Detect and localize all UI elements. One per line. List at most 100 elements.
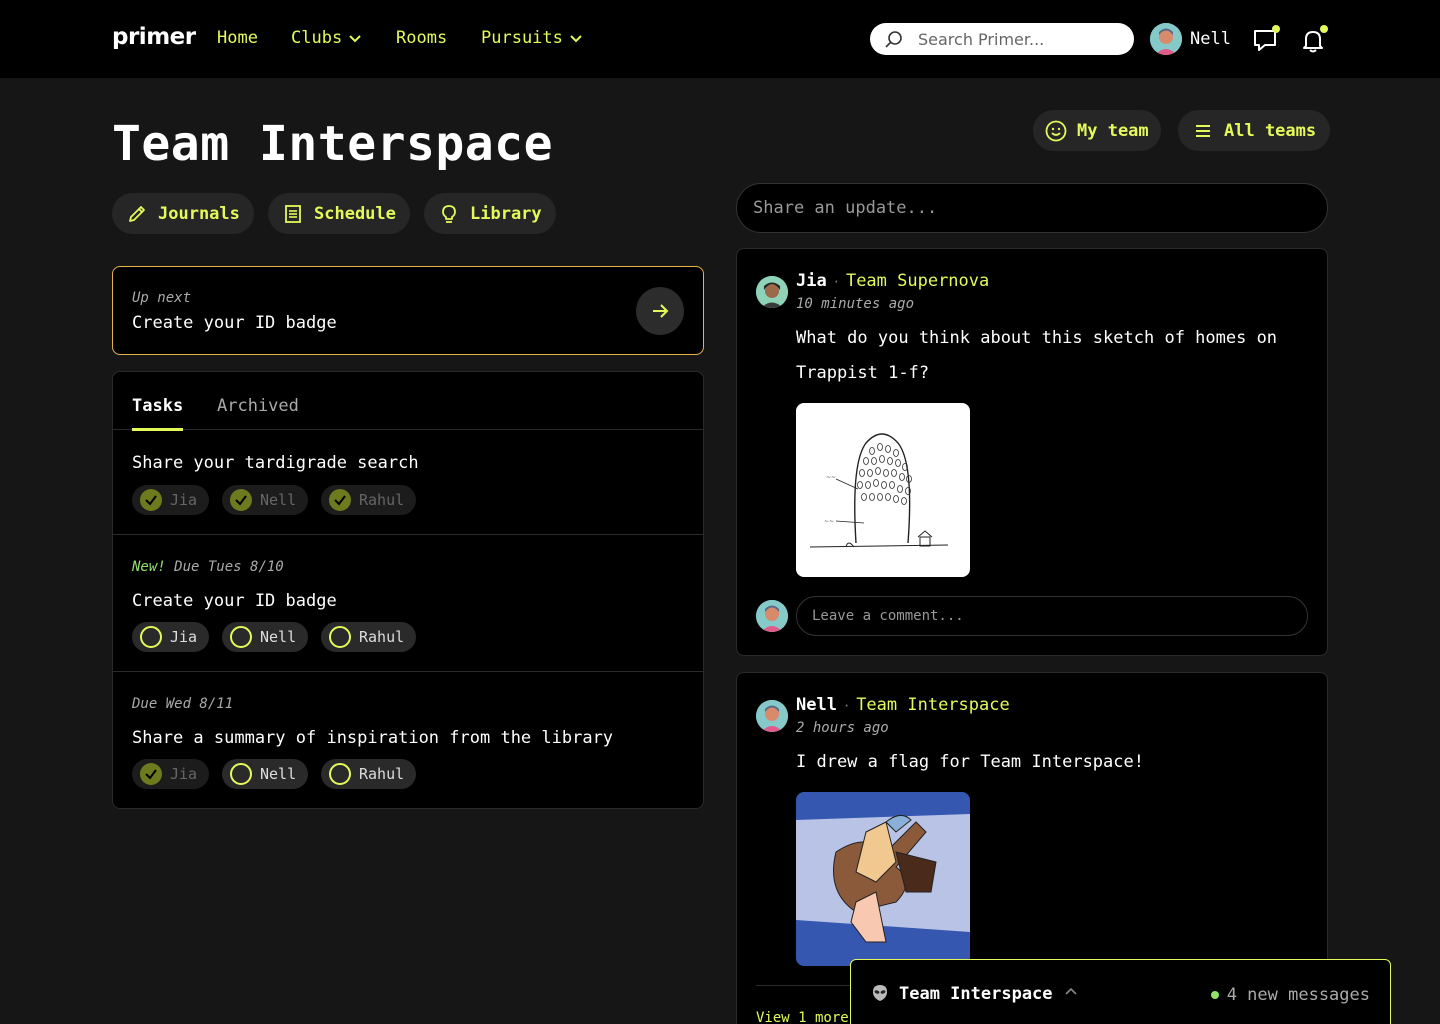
post-author[interactable]: Jia — [796, 271, 827, 291]
schedule-button[interactable]: Schedule — [268, 193, 410, 234]
empty-circle-icon — [230, 626, 252, 648]
assignee-name: Rahul — [359, 765, 405, 783]
post-author-line: Jia · Team Supernova — [796, 271, 990, 291]
nav-clubs-label: Clubs — [291, 28, 343, 48]
smiley-icon — [1045, 120, 1067, 141]
nav-home[interactable]: Home — [217, 28, 258, 48]
journals-button[interactable]: Journals — [112, 193, 254, 234]
page-title: Team Interspace — [112, 116, 553, 172]
share-update-input[interactable]: Share an update... — [736, 183, 1328, 233]
assignee-name: Nell — [260, 628, 297, 646]
post-author[interactable]: Nell — [796, 695, 837, 715]
chat-popup[interactable]: Team Interspace 4 new messages — [850, 959, 1391, 1024]
task-meta: Due Wed 8/11 — [132, 696, 233, 712]
check-icon — [140, 489, 162, 511]
svg-text:~~: ~~ — [826, 474, 836, 481]
assignee-chip-done: Nell — [222, 485, 309, 515]
avatar[interactable] — [756, 276, 788, 308]
due-date: Due Tues 8/10 — [174, 559, 284, 575]
feed-post: Jia · Team Supernova 10 minutes ago What d… — [736, 248, 1328, 656]
tab-archived[interactable]: Archived — [217, 396, 299, 416]
search-icon — [885, 31, 902, 48]
svg-text:~~: ~~ — [824, 518, 834, 525]
nav-clubs[interactable]: Clubs — [291, 28, 362, 48]
task-item[interactable]: New! Due Tues 8/10 Create your ID badge … — [113, 535, 703, 672]
lightbulb-icon — [442, 204, 456, 223]
assignee-name: Rahul — [359, 491, 405, 509]
assignee-name: Rahul — [359, 628, 405, 646]
avatar[interactable] — [1150, 23, 1182, 55]
flag-image[interactable] — [796, 792, 970, 966]
up-next-go-button[interactable] — [636, 287, 684, 335]
pencil-icon — [129, 205, 145, 222]
due-date: Due Wed 8/11 — [132, 696, 234, 712]
view-more-link[interactable]: View 1 more — [756, 1010, 849, 1024]
nav-pursuits[interactable]: Pursuits — [481, 28, 583, 48]
my-team-button[interactable]: My team — [1033, 110, 1161, 151]
task-item[interactable]: Share your tardigrade search Jia Nell Ra… — [113, 430, 703, 535]
post-text: What do you think about this sketch of h… — [796, 328, 1278, 383]
journals-label: Journals — [158, 203, 240, 224]
post-team[interactable]: Team Supernova — [846, 271, 989, 291]
nav-home-label: Home — [217, 28, 258, 48]
new-messages-indicator: 4 new messages — [1210, 985, 1370, 1005]
avatar[interactable] — [756, 600, 788, 632]
assignee-name: Nell — [260, 765, 297, 783]
messages-icon[interactable] — [1252, 25, 1280, 53]
primer-logo[interactable]: primer — [112, 24, 196, 50]
avatar-image — [1150, 23, 1182, 55]
post-time: 2 hours ago — [796, 720, 889, 736]
task-title: Share a summary of inspiration from the … — [132, 728, 614, 748]
tasks-panel: Tasks Archived Share your tardigrade sea… — [112, 371, 704, 809]
avatar[interactable] — [756, 700, 788, 732]
bell-icon[interactable] — [1300, 25, 1328, 53]
search-input[interactable] — [918, 29, 1118, 49]
sketch-image[interactable]: ~~ ~~ — [796, 403, 970, 577]
up-next-card[interactable]: Up next Create your ID badge — [112, 266, 704, 355]
post-author-line: Nell · Team Interspace — [796, 695, 1010, 715]
avatar-image — [756, 700, 788, 732]
avatar-image — [756, 600, 788, 632]
tab-tasks[interactable]: Tasks — [132, 396, 184, 431]
assignee-name: Jia — [170, 491, 198, 509]
up-next-label: Up next — [132, 290, 192, 306]
check-icon — [140, 763, 162, 785]
comment-input[interactable]: Leave a comment... — [796, 596, 1308, 636]
assignee-chip[interactable]: Rahul — [321, 759, 417, 789]
nav-rooms-label: Rooms — [396, 28, 448, 48]
task-meta: New! Due Tues 8/10 — [132, 559, 284, 575]
top-nav: primer Home Clubs Rooms Pursuits Nell — [0, 0, 1440, 78]
status-dot — [1210, 991, 1219, 999]
assignee-chip[interactable]: Nell — [222, 622, 309, 652]
assignee-chip[interactable]: Rahul — [321, 622, 417, 652]
assignee-chip[interactable]: Nell — [222, 759, 309, 789]
chevron-down-icon — [349, 35, 361, 43]
post-time: 10 minutes ago — [796, 296, 915, 312]
task-item[interactable]: Due Wed 8/11 Share a summary of inspirat… — [113, 672, 703, 809]
chevron-up-icon[interactable] — [1063, 984, 1079, 1000]
library-label: Library — [470, 203, 542, 224]
avatar-image — [756, 276, 788, 308]
search-bar[interactable] — [870, 23, 1134, 55]
assignee-chip-done: Jia — [132, 485, 210, 515]
user-name[interactable]: Nell — [1190, 29, 1231, 49]
chat-title: Team Interspace — [899, 984, 1053, 1004]
nav-rooms[interactable]: Rooms — [396, 28, 447, 48]
task-title: Create your ID badge — [132, 591, 337, 611]
alien-icon — [873, 985, 887, 1001]
assignee-chip-done: Jia — [132, 759, 210, 789]
assignee-chip[interactable]: Jia — [132, 622, 210, 652]
library-button[interactable]: Library — [424, 193, 556, 234]
assignee-name: Nell — [260, 491, 297, 509]
my-team-label: My team — [1077, 120, 1149, 141]
up-next-value: Create your ID badge — [132, 313, 337, 333]
post-team[interactable]: Team Interspace — [856, 695, 1010, 715]
empty-circle-icon — [329, 626, 351, 648]
post-text: I drew a flag for Team Interspace! — [796, 752, 1144, 772]
empty-circle-icon — [329, 763, 351, 785]
all-teams-button[interactable]: All teams — [1178, 110, 1331, 151]
empty-circle-icon — [230, 763, 252, 785]
empty-circle-icon — [140, 626, 162, 648]
unread-badge — [1272, 25, 1280, 33]
task-title: Share your tardigrade search — [132, 453, 419, 473]
